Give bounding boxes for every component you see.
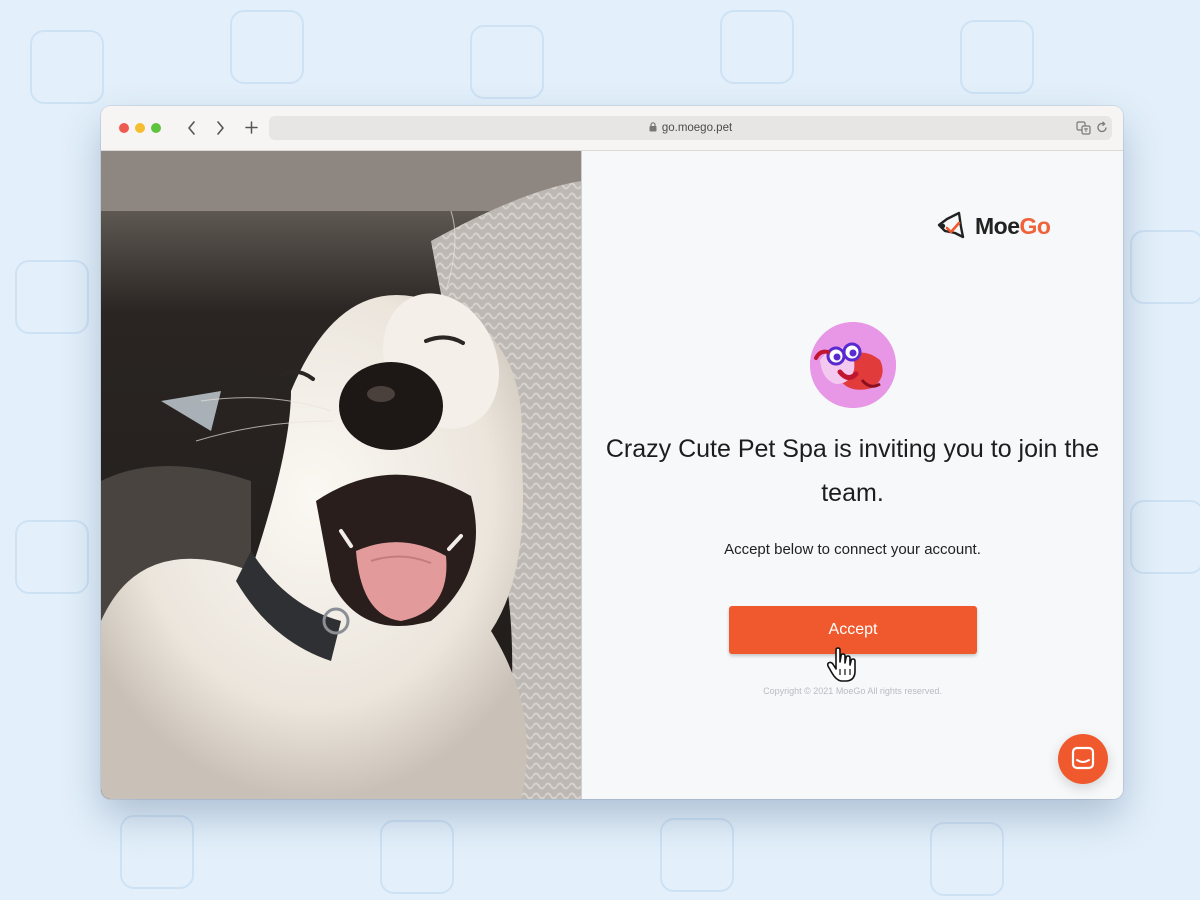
brand-name-part1: Moe (975, 212, 1020, 239)
invite-subtitle: Accept below to connect your account. (724, 541, 981, 558)
url-text: go.moego.pet (661, 122, 733, 134)
brand-name-part2: Go (1019, 212, 1051, 239)
address-text: go.moego.pet (269, 116, 1112, 140)
hand-cursor-icon (826, 647, 856, 682)
back-button[interactable] (181, 116, 203, 140)
forward-button[interactable] (209, 116, 231, 140)
business-avatar (810, 322, 896, 408)
browser-window: go.moego.pet MoeGo Crazy Cute Pet Spa is… (101, 106, 1123, 799)
invite-panel: MoeGo Crazy Cute Pet Spa is inviting you… (581, 151, 1123, 799)
new-tab-button[interactable] (240, 116, 262, 140)
browser-toolbar: go.moego.pet (101, 106, 1123, 151)
plus-icon (244, 121, 258, 134)
minimize-window-button[interactable] (135, 123, 145, 133)
chevron-left-icon (188, 121, 195, 135)
invite-title: Crazy Cute Pet Spa is inviting you to jo… (605, 435, 1100, 507)
chat-button[interactable] (1058, 734, 1108, 784)
address-bar[interactable]: go.moego.pet (269, 116, 1112, 140)
dog-logo-icon (937, 211, 965, 239)
copyright-text: Copyright © 2021 MoeGo All rights reserv… (763, 686, 942, 696)
chat-icon (1071, 746, 1095, 770)
close-window-button[interactable] (119, 123, 129, 133)
translate-icon[interactable] (1076, 121, 1092, 135)
moego-logo: MoeGo (937, 211, 1051, 241)
lock-icon (649, 122, 657, 132)
puppy-photo (101, 151, 581, 799)
chevron-right-icon (217, 121, 224, 135)
maximize-window-button[interactable] (151, 123, 161, 133)
reload-icon[interactable] (1096, 121, 1108, 134)
page-content: MoeGo Crazy Cute Pet Spa is inviting you… (101, 151, 1123, 799)
